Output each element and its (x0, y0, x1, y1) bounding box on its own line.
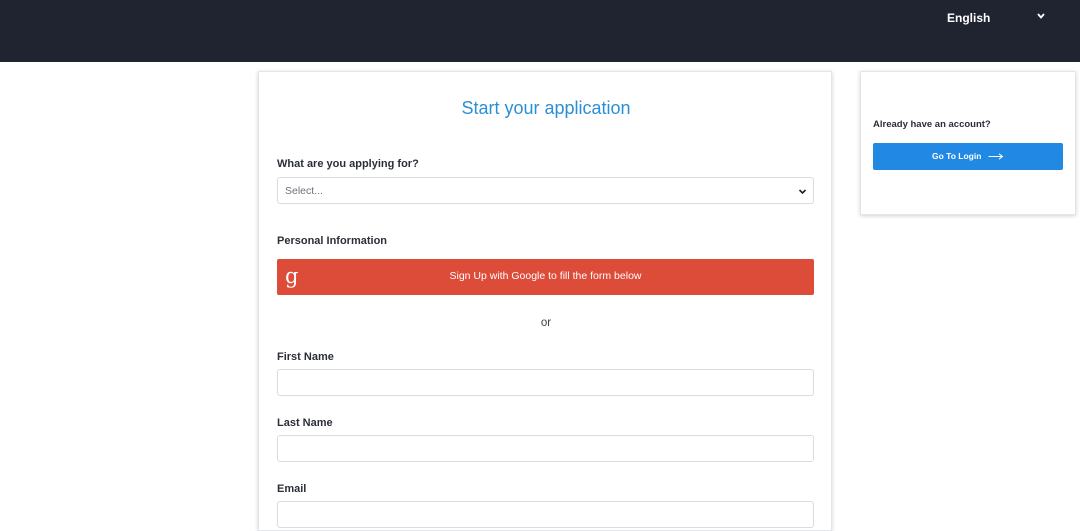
or-divider: or (540, 317, 552, 329)
chevron-down-icon (798, 189, 807, 195)
top-navigation-bar: English (0, 0, 1080, 62)
login-card: Already have an account? Go To Login (860, 71, 1076, 215)
go-to-login-button[interactable]: Go To Login (873, 143, 1063, 170)
google-signup-button[interactable]: g Sign Up with Google to fill the form b… (277, 259, 814, 295)
application-form-card: Start your application What are you appl… (258, 71, 832, 531)
applying-for-select[interactable]: Select... (277, 177, 814, 204)
first-name-label: First Name (277, 351, 334, 363)
already-have-account-text: Already have an account? (873, 119, 991, 130)
last-name-field[interactable] (277, 435, 814, 462)
personal-information-heading: Personal Information (277, 235, 388, 247)
applying-for-placeholder: Select... (285, 185, 323, 197)
language-label: English (947, 11, 991, 25)
go-to-login-label: Go To Login (932, 151, 982, 161)
applying-for-label: What are you applying for? (277, 158, 419, 170)
language-selector[interactable]: English (940, 8, 1060, 28)
google-signup-label: Sign Up with Google to fill the form bel… (449, 270, 642, 282)
email-label: Email (277, 483, 307, 495)
arrow-right-icon (988, 153, 1004, 160)
first-name-field[interactable] (277, 369, 814, 396)
page-title: Start your application (461, 98, 631, 118)
email-field[interactable] (277, 501, 814, 528)
last-name-label: Last Name (277, 417, 333, 429)
chevron-down-icon (1037, 13, 1045, 19)
